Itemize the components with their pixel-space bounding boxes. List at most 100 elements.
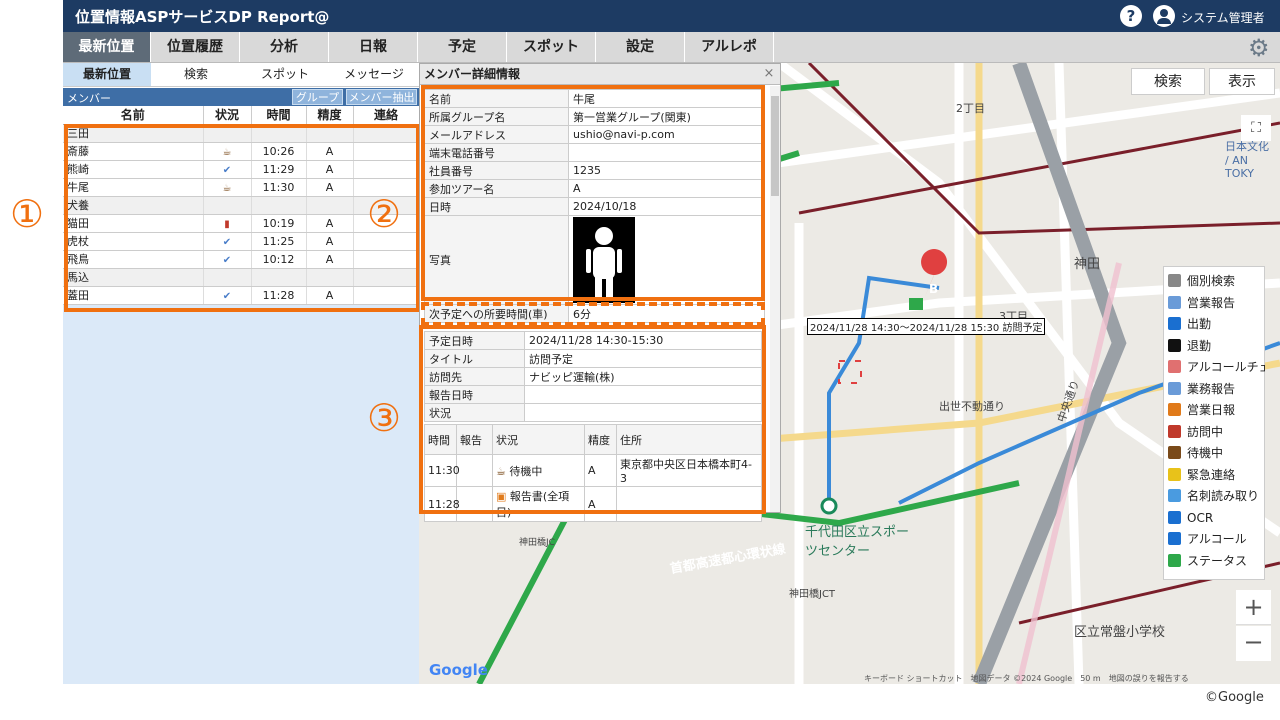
layer-icon — [1168, 381, 1181, 395]
member-label: メンバー — [67, 92, 111, 105]
header-contact[interactable]: 連絡 — [353, 106, 420, 125]
zoom-in-button[interactable]: + — [1236, 590, 1271, 625]
app-title: 位置情報ASPサービスDP Report@ — [75, 8, 330, 26]
layer-label: OCR — [1187, 510, 1214, 525]
nav-daily-report[interactable]: 日報 — [329, 32, 418, 62]
popup-title: メンバー詳細情報 — [420, 64, 780, 85]
tab-latest-position[interactable]: 最新位置 — [63, 63, 151, 86]
google-logo: Google — [429, 661, 488, 679]
layer-label: 個別検索 — [1187, 274, 1236, 288]
map-display-button[interactable]: 表示 — [1209, 68, 1275, 95]
annotation-box-2-dashed — [421, 302, 765, 326]
nav-settings[interactable]: 設定 — [596, 32, 685, 62]
nav-schedule[interactable]: 予定 — [418, 32, 507, 62]
sub-tabs: 最新位置 検索 スポット メッセージ — [63, 63, 419, 87]
map-label-2chome: 2丁目 — [956, 102, 985, 115]
route-label: 2024/11/28 14:30～2024/11/28 15:30 訪問予定 — [807, 318, 1046, 335]
layer-item[interactable]: 名刺読み取り — [1168, 486, 1259, 507]
layer-item[interactable]: アルコールチェック報告 — [1168, 357, 1265, 378]
fullscreen-icon[interactable]: ⛶ — [1241, 115, 1271, 141]
nav-spot[interactable]: スポット — [507, 32, 596, 62]
nav-analysis[interactable]: 分析 — [240, 32, 329, 62]
layer-icon — [1168, 489, 1181, 502]
tab-message[interactable]: メッセージ — [329, 63, 419, 86]
layer-label: 待機中 — [1187, 446, 1224, 460]
layer-icon — [1168, 295, 1181, 309]
layer-label: 退勤 — [1187, 338, 1212, 353]
gear-icon[interactable]: ⚙ — [1248, 34, 1270, 62]
layer-label: 緊急連絡 — [1187, 467, 1236, 482]
layer-icon — [1168, 424, 1181, 438]
help-icon[interactable]: ? — [1120, 5, 1142, 27]
annotation-box-3 — [419, 325, 766, 514]
group-button[interactable]: グループ — [292, 89, 343, 105]
layer-icon — [1168, 317, 1181, 330]
layer-icon — [1168, 403, 1181, 416]
header-accuracy[interactable]: 精度 — [306, 106, 354, 125]
layer-item[interactable]: 待機中 — [1168, 443, 1223, 464]
user-avatar-icon[interactable] — [1153, 5, 1175, 27]
member-extract-button[interactable]: メンバー抽出 — [346, 89, 417, 105]
layer-item[interactable]: 営業報告 — [1168, 293, 1235, 314]
member-bar: メンバー グループ メンバー抽出 — [63, 88, 419, 106]
layer-icon — [1168, 532, 1181, 545]
layer-label: 業務報告 — [1187, 381, 1236, 396]
layer-icon — [1168, 274, 1181, 287]
user-name[interactable]: システム管理者 — [1181, 9, 1265, 26]
tab-spot[interactable]: スポット — [241, 63, 329, 86]
annotation-marker-1: ① — [10, 192, 45, 236]
nav-position-history[interactable]: 位置履歴 — [151, 32, 240, 62]
layer-label: ステータス — [1187, 553, 1248, 568]
layer-label: アルコール — [1187, 532, 1247, 546]
layer-item[interactable]: OCR — [1168, 508, 1213, 529]
copyright-notice: ©Google — [1205, 690, 1264, 705]
annotation-box-2 — [421, 85, 765, 301]
header-status[interactable]: 状況 — [203, 106, 252, 125]
popup-close-icon[interactable]: × — [762, 66, 776, 81]
layer-item[interactable]: 個別検索 — [1168, 271, 1235, 292]
layer-label: 名刺読み取り — [1187, 489, 1260, 503]
map-label-kandabashi-jct: 神田橋JCT — [789, 589, 836, 600]
layer-icon — [1168, 553, 1181, 567]
layer-item[interactable]: 退勤 — [1168, 336, 1211, 357]
layer-item[interactable]: 訪問中 — [1168, 422, 1223, 443]
map-label-sports-center: 千代田区立スポーツセンター — [805, 525, 910, 559]
annotation-marker-2: ② — [367, 192, 402, 236]
layer-icon — [1168, 360, 1181, 373]
layer-item[interactable]: ステータス — [1168, 551, 1247, 572]
main-nav: 最新位置 位置履歴 分析 日報 予定 スポット 設定 アルレポ ⚙ — [63, 32, 1280, 63]
header-name[interactable]: 名前 — [63, 106, 204, 125]
layer-label: アルコールチェック報告 — [1187, 360, 1265, 374]
map-label-shusse-fudo: 出世不動通り — [939, 400, 1005, 413]
layer-item[interactable]: アルコール — [1168, 529, 1247, 550]
layer-icon — [1168, 467, 1181, 481]
map-label-culture: 日本文化 / AN TOKY — [1225, 140, 1269, 180]
tab-search[interactable]: 検索 — [151, 63, 241, 86]
header-time[interactable]: 時間 — [251, 106, 307, 125]
map-footer: キーボード ショートカット 地図データ ©2024 Google 50 m 地図… — [864, 674, 1189, 683]
nav-alureport[interactable]: アルレポ — [685, 32, 774, 62]
layer-icon — [1168, 338, 1181, 352]
member-table-header: 名前 状況 時間 精度 連絡 — [63, 106, 420, 125]
marker-b-label[interactable]: B — [929, 282, 938, 296]
zoom-out-button[interactable]: − — [1236, 626, 1271, 661]
layer-item[interactable]: 営業日報 — [1168, 400, 1235, 421]
map-label-kandabashi-jc: 神田橋JC — [519, 538, 555, 548]
layer-item[interactable]: 業務報告 — [1168, 379, 1235, 400]
layer-item[interactable]: 出勤 — [1168, 314, 1211, 335]
map-label-school: 区立常盤小学校 — [1074, 625, 1166, 640]
popup-scrollbar-thumb[interactable] — [771, 96, 779, 196]
layer-label: 営業報告 — [1187, 295, 1236, 310]
nav-latest-position[interactable]: 最新位置 — [63, 32, 151, 62]
annotation-marker-3: ③ — [367, 396, 402, 440]
layer-icon — [1168, 510, 1181, 524]
layer-icon — [1168, 446, 1181, 459]
layer-item[interactable]: 緊急連絡 — [1168, 465, 1235, 486]
title-bar: 位置情報ASPサービスDP Report@ ? システム管理者 — [63, 0, 1280, 32]
popup-scrollbar[interactable] — [770, 86, 780, 512]
layer-label: 営業日報 — [1187, 403, 1236, 417]
layer-label: 訪問中 — [1187, 424, 1224, 439]
map-label-kanda: 神田 — [1074, 257, 1101, 272]
map-search-button[interactable]: 検索 — [1131, 68, 1205, 95]
layer-label: 出勤 — [1187, 317, 1212, 331]
